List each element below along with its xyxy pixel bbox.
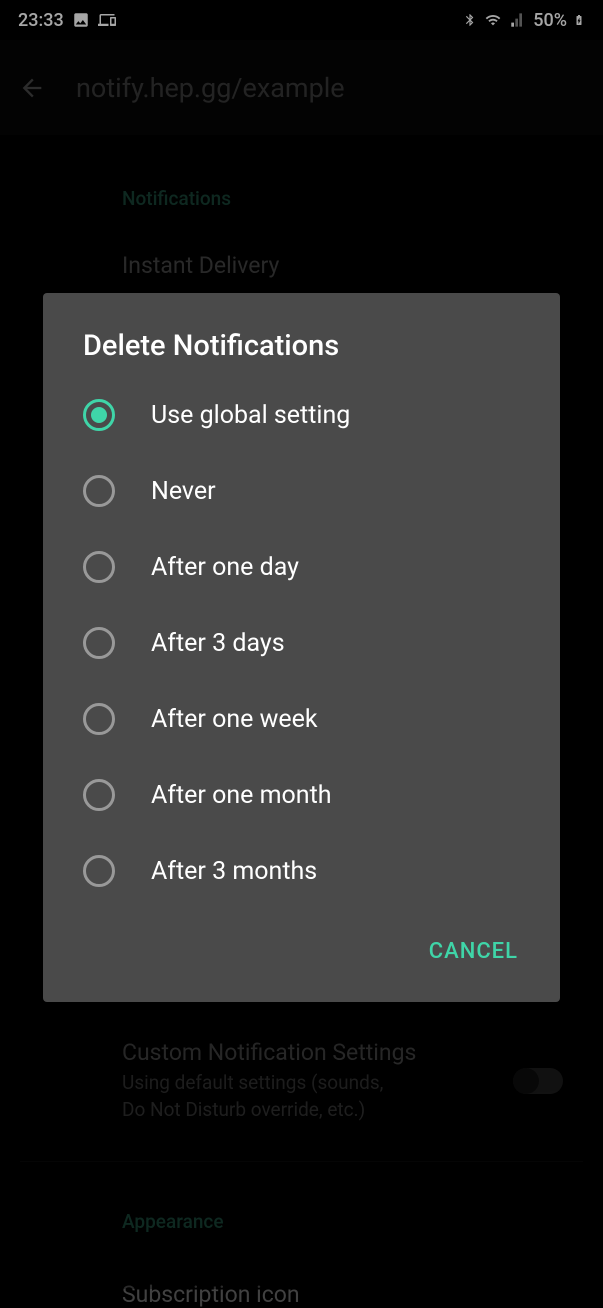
radio-icon bbox=[83, 703, 115, 735]
dialog-title: Delete Notifications bbox=[43, 329, 560, 377]
radio-label: Use global setting bbox=[151, 401, 350, 430]
radio-option-one-week[interactable]: After one week bbox=[43, 681, 560, 757]
radio-label: After one week bbox=[151, 705, 318, 734]
cancel-button[interactable]: CANCEL bbox=[417, 931, 530, 972]
radio-option-3-days[interactable]: After 3 days bbox=[43, 605, 560, 681]
radio-option-global[interactable]: Use global setting bbox=[43, 377, 560, 453]
radio-icon bbox=[83, 399, 115, 431]
radio-icon bbox=[83, 779, 115, 811]
radio-label: Never bbox=[151, 477, 216, 506]
radio-icon bbox=[83, 855, 115, 887]
radio-option-one-month[interactable]: After one month bbox=[43, 757, 560, 833]
radio-label: After one month bbox=[151, 781, 332, 810]
radio-label: After 3 days bbox=[151, 629, 285, 658]
delete-notifications-dialog: Delete Notifications Use global setting … bbox=[43, 293, 560, 1002]
dialog-actions: CANCEL bbox=[43, 909, 560, 982]
radio-icon bbox=[83, 475, 115, 507]
radio-icon bbox=[83, 627, 115, 659]
radio-option-never[interactable]: Never bbox=[43, 453, 560, 529]
radio-label: After one day bbox=[151, 553, 299, 582]
dialog-overlay[interactable]: Delete Notifications Use global setting … bbox=[0, 0, 603, 1289]
radio-option-one-day[interactable]: After one day bbox=[43, 529, 560, 605]
radio-label: After 3 months bbox=[151, 857, 317, 886]
radio-icon bbox=[83, 551, 115, 583]
radio-option-3-months[interactable]: After 3 months bbox=[43, 833, 560, 909]
